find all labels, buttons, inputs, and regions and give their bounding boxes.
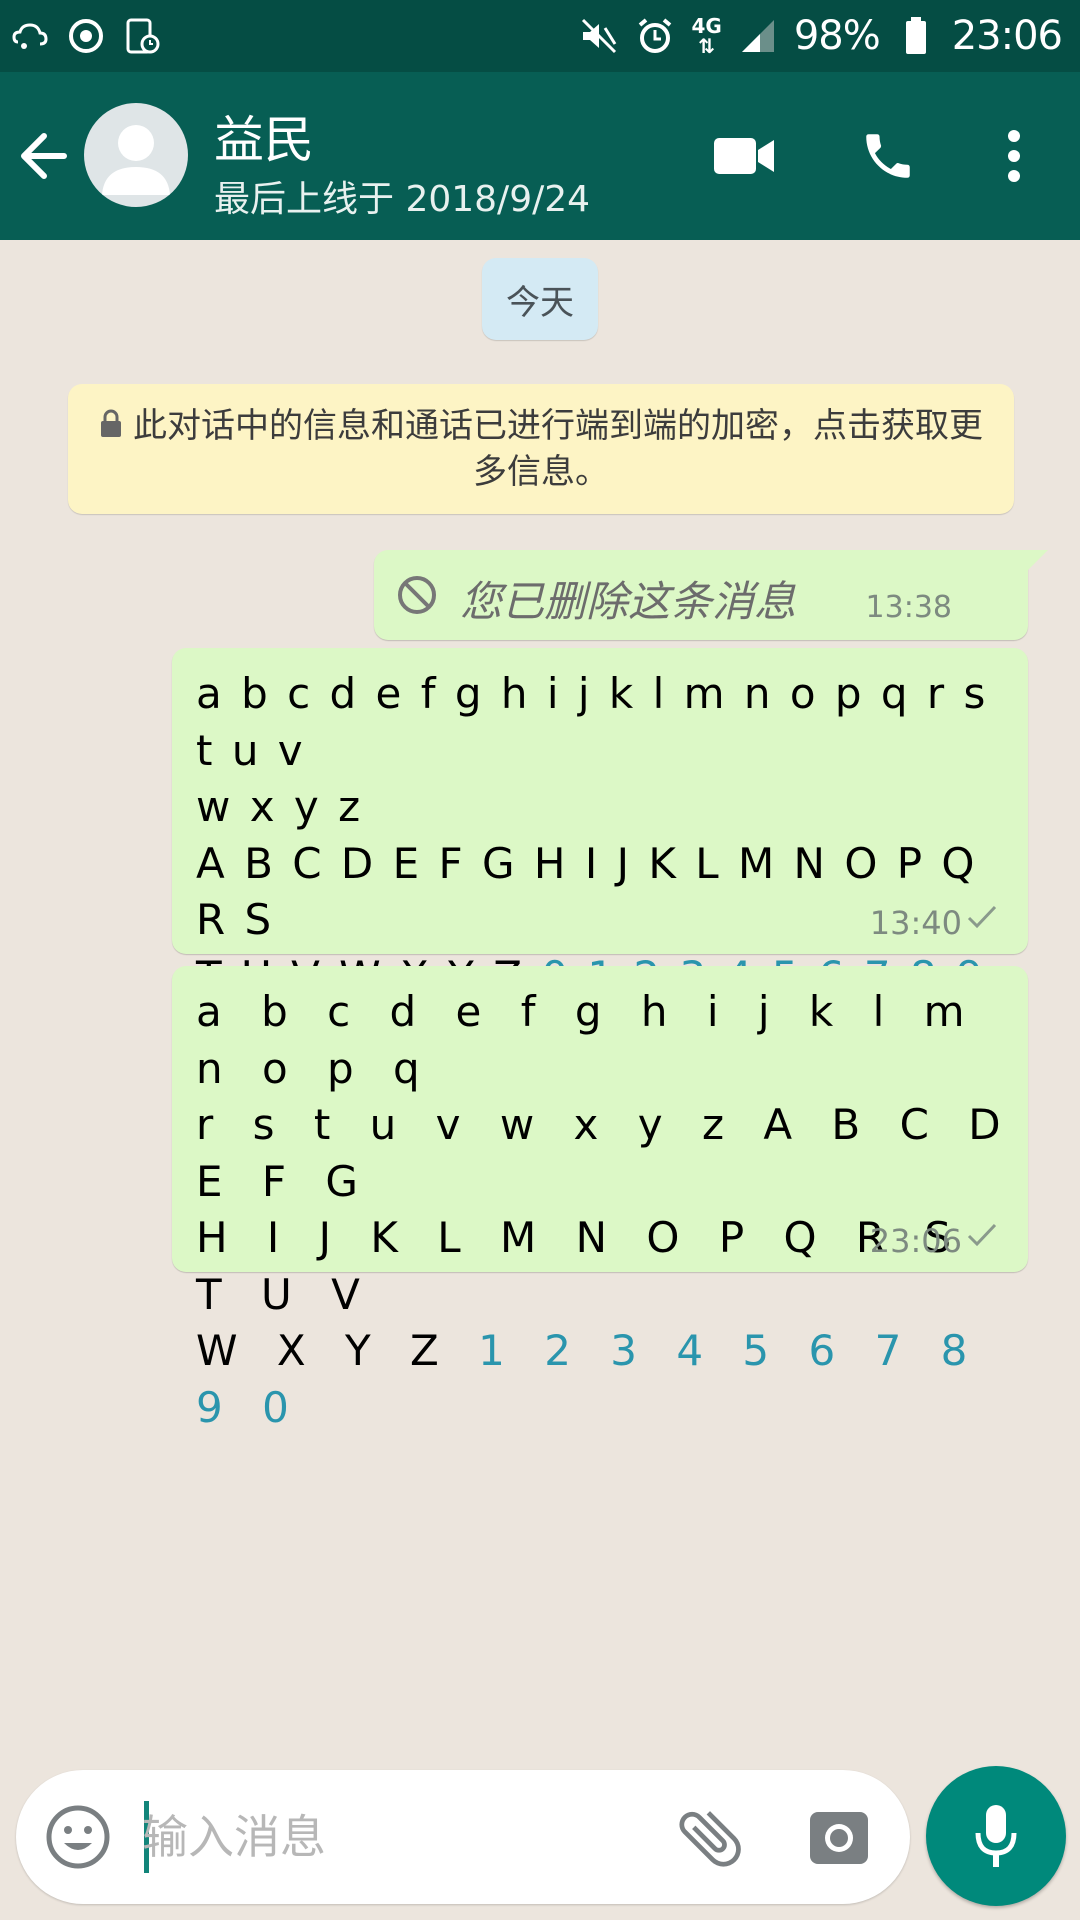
lock-icon: [99, 406, 123, 450]
back-button[interactable]: [14, 124, 78, 188]
attach-button[interactable]: [672, 1800, 748, 1876]
avatar[interactable]: [84, 103, 188, 207]
chat-header: 益民 最后上线于 2018/9/24: [0, 72, 1080, 240]
message-line: W X Y Z 1 2 3 4 5 6 7 8 9 0: [196, 1323, 1006, 1436]
sent-check-icon: [966, 1222, 998, 1252]
message-line: a b c d e f g h i j k l m n o p q: [196, 987, 969, 1093]
phone-icon: [866, 134, 910, 178]
network-type: 4G ⇅: [691, 14, 722, 58]
message-bubble[interactable]: a b c d e f g h i j k l m n o p q r s t …: [172, 648, 1028, 1001]
chat-area[interactable]: 今天 此对话中的信息和通话已进行端到端的加密，点击获取更多信息。 您已删除这条消…: [0, 240, 1080, 1760]
video-call-icon: [714, 138, 774, 174]
camera-icon: [810, 1812, 868, 1864]
message-time: 23:06: [869, 1222, 962, 1260]
deleted-message-bubble[interactable]: 您已删除这条消息 13:38: [374, 550, 1048, 640]
default-avatar-icon: [102, 125, 170, 195]
encryption-notice-text: 此对话中的信息和通话已进行端到端的加密，点击获取更多信息。: [133, 406, 983, 492]
more-options-button[interactable]: [978, 124, 1050, 188]
data-saver-icon: [66, 16, 106, 56]
deleted-ban-icon: [396, 574, 438, 620]
mic-icon: [975, 1805, 1017, 1867]
status-right: 4G ⇅ 98% 23:06: [579, 13, 1063, 59]
contact-name[interactable]: 益民: [214, 100, 314, 172]
video-call-button[interactable]: [708, 124, 780, 188]
alarm-icon: [635, 16, 675, 56]
mute-icon: [579, 16, 619, 56]
message-input[interactable]: [142, 1800, 642, 1874]
message-bubble[interactable]: a b c d e f g h i j k l m n o p q r s t …: [172, 966, 1028, 1432]
signal-icon: [738, 16, 778, 56]
compose-bar: [16, 1770, 910, 1904]
message-line: a b c d e f g h i j k l m n o p q r s t …: [196, 669, 989, 775]
clock: 23:06: [951, 13, 1063, 59]
camera-button[interactable]: [806, 1804, 872, 1870]
message-line: w x y z: [196, 782, 364, 831]
more-vert-icon: [1008, 130, 1020, 182]
sent-check-icon: [966, 904, 998, 934]
battery-percent: 98%: [793, 13, 881, 59]
voice-record-button[interactable]: [926, 1766, 1066, 1906]
message-text: a b c d e f g h i j k l m n o p q r s t …: [196, 666, 1006, 1005]
paperclip-icon: [679, 1811, 741, 1867]
date-chip: 今天: [482, 258, 598, 340]
battery-icon: [896, 16, 936, 56]
deleted-message-text: 您已删除这条消息: [460, 577, 797, 626]
screen-time-icon: [122, 16, 162, 56]
message-line: r s t u v w x y z A B C D E F G: [196, 1100, 1005, 1206]
back-arrow-icon: [21, 133, 67, 179]
message-letters: W X Y Z: [196, 1326, 443, 1375]
status-left: [10, 16, 162, 56]
bubble-tail: [1022, 550, 1048, 576]
status-bar: 4G ⇅ 98% 23:06: [0, 0, 1080, 72]
last-seen[interactable]: 最后上线于 2018/9/24: [214, 170, 590, 222]
sync-cloud-icon: [10, 16, 50, 56]
message-time: 13:38: [865, 590, 952, 625]
encryption-notice[interactable]: 此对话中的信息和通话已进行端到端的加密，点击获取更多信息。: [68, 384, 1014, 514]
message-time: 13:40: [869, 904, 962, 942]
emoji-button[interactable]: [44, 1803, 112, 1871]
voice-call-button[interactable]: [852, 124, 924, 188]
emoji-icon: [46, 1805, 110, 1869]
message-text: a b c d e f g h i j k l m n o p q r s t …: [196, 984, 1006, 1436]
